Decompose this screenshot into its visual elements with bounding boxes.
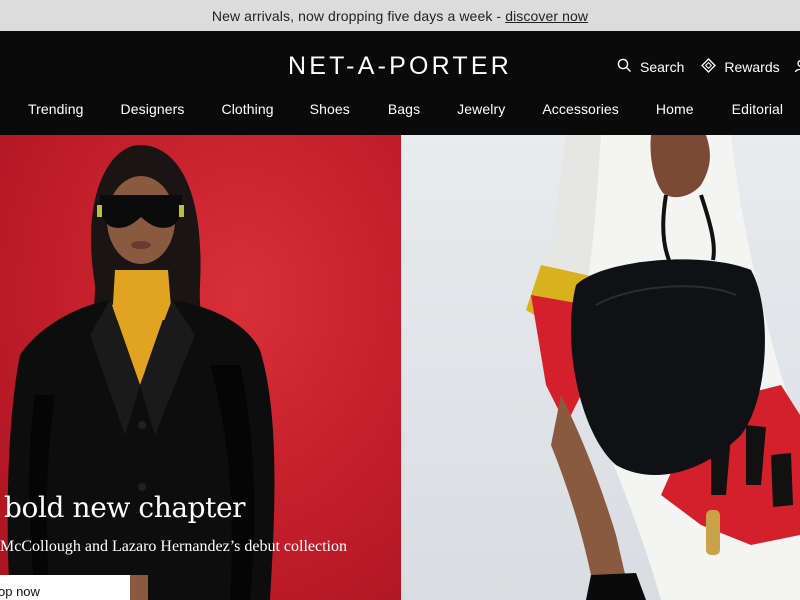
search-icon [617,58,640,76]
nav-item-accessories[interactable]: Accessories [542,101,619,117]
bag-product-image [526,135,800,600]
promo-link[interactable]: discover now [505,8,588,24]
promo-bar: New arrivals, now dropping five days a w… [0,0,800,31]
promo-text: New arrivals, now dropping five days a w… [211,7,502,24]
model-portrait-image [7,145,275,600]
rewards-icon [701,58,724,76]
hero-right-panel[interactable] [401,135,800,600]
main-nav: Trending Designers Clothing Shoes Bags J… [28,101,783,117]
account-icon [794,59,800,76]
search-button[interactable]: Search [617,58,684,76]
nav-item-shoes[interactable]: Shoes [310,101,350,117]
nav-item-jewelry[interactable]: Jewelry [457,101,505,117]
nav-item-home[interactable]: Home [656,101,694,117]
account-button[interactable] [794,59,800,76]
hero-subtitle: McCollough and Lazaro Hernandez’s debut … [0,538,347,555]
rewards-label: Rewards [724,59,780,75]
rewards-button[interactable]: Rewards [701,58,780,76]
hero-left-panel[interactable]: bold new chapter McCollough and Lazaro H… [0,135,401,600]
nav-item-editorial[interactable]: Editorial [732,101,783,117]
site-header: NET-A-PORTER Search Rewards Trending Des… [0,31,800,135]
shop-now-button[interactable]: op now [0,575,130,600]
hero-title: bold new chapter [4,491,246,524]
nav-item-designers[interactable]: Designers [121,101,185,117]
nav-item-clothing[interactable]: Clothing [221,101,273,117]
search-label: Search [640,59,685,75]
nav-item-trending[interactable]: Trending [28,101,84,117]
nav-item-bags[interactable]: Bags [388,101,420,117]
header-utility: Search Rewards [617,58,800,76]
hero-banner[interactable]: bold new chapter McCollough and Lazaro H… [0,135,800,600]
